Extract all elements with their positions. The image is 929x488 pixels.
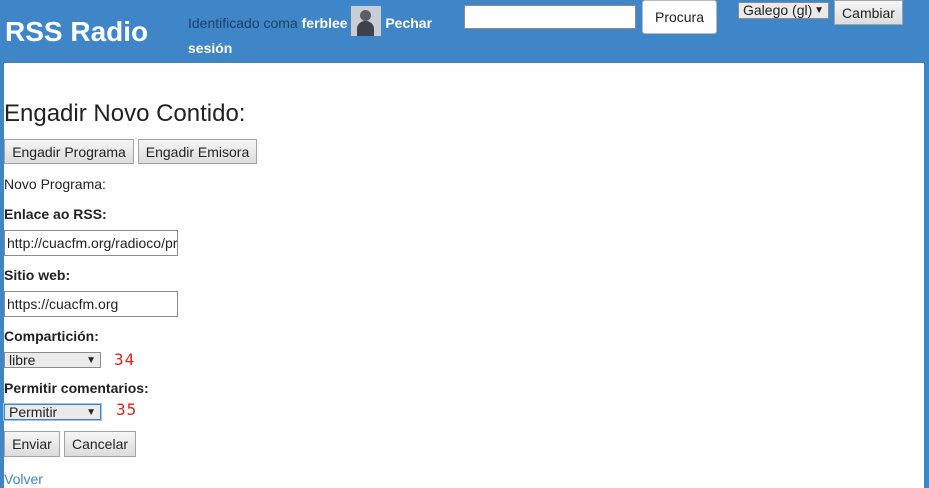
add-station-button[interactable]: Engadir Emisora — [138, 139, 257, 164]
right-frame-border — [924, 0, 929, 488]
rss-link-label: Enlace ao RSS: — [4, 206, 107, 222]
rss-link-input[interactable]: http://cuacfm.org/radioco/pr — [4, 230, 178, 256]
comments-label: Permitir comentarios: — [4, 380, 149, 396]
website-label: Sitio web: — [4, 267, 71, 283]
back-link[interactable]: Volver — [4, 471, 43, 487]
site-title[interactable]: RSS Radio — [5, 16, 148, 48]
sharing-select[interactable]: libre ▼ — [4, 352, 101, 368]
identified-prefix: Identificado coma — [188, 15, 298, 31]
search-button[interactable]: Procura — [642, 0, 717, 34]
chevron-down-icon: ▼ — [86, 407, 96, 418]
avatar[interactable] — [351, 6, 382, 36]
change-language-button[interactable]: Cambiar — [834, 0, 903, 25]
website-input[interactable]: https://cuacfm.org — [4, 291, 178, 317]
sharing-label: Compartición: — [4, 328, 99, 344]
new-program-label: Novo Programa: — [4, 176, 106, 192]
cancel-button[interactable]: Cancelar — [64, 431, 136, 457]
sharing-annotation-number: 34 — [114, 350, 136, 369]
search-input[interactable] — [464, 5, 636, 29]
language-select[interactable]: Galego (gl) ▼ — [738, 2, 829, 19]
comments-select[interactable]: Permitir ▼ — [4, 404, 101, 420]
sharing-selected-value: libre — [9, 352, 36, 368]
chevron-down-icon: ▼ — [86, 355, 96, 366]
page-title: Engadir Novo Contido: — [4, 100, 246, 127]
submit-button[interactable]: Enviar — [4, 431, 60, 457]
add-program-button[interactable]: Engadir Programa — [4, 139, 134, 164]
comments-annotation-number: 35 — [116, 400, 138, 419]
user-identity: Identificado coma ferblee Pechar sesión — [188, 6, 458, 60]
top-header: RSS Radio Identificado coma ferblee Pech… — [0, 0, 929, 63]
chevron-down-icon: ▼ — [814, 5, 824, 16]
username-link[interactable]: ferblee — [302, 15, 348, 31]
language-selected-value: Galego (gl) — [743, 2, 813, 18]
comments-selected-value: Permitir — [9, 404, 58, 420]
